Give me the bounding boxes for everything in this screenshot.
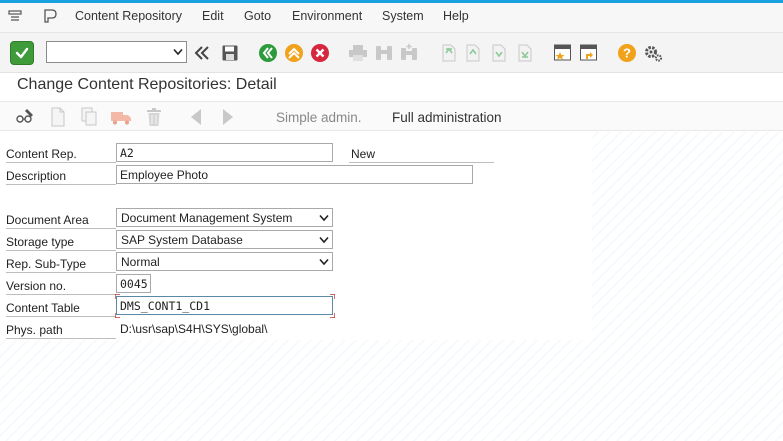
- phys-path-value: D:\usr\sap\S4H\SYS\global\: [120, 322, 268, 336]
- triangle-left-icon: [191, 109, 201, 125]
- checkmark-icon: [15, 47, 29, 59]
- description-label: Description: [6, 166, 116, 185]
- focus-corner-icon: [115, 294, 120, 299]
- content-rep-label: Content Rep.: [6, 144, 116, 163]
- document-area-select[interactable]: Document Management System: [116, 208, 333, 227]
- version-no-label: Version no.: [6, 276, 116, 295]
- sap-logo-menu-icon[interactable]: [42, 8, 58, 24]
- page-title: Change Content Repositories: Detail: [17, 76, 277, 93]
- last-page-icon: [518, 44, 532, 62]
- copy-document-icon: [81, 107, 97, 126]
- storage-type-select[interactable]: SAP System Database: [116, 230, 333, 249]
- previous-page-button: [461, 42, 483, 64]
- version-no-input[interactable]: 0045: [116, 274, 151, 293]
- enter-button[interactable]: [10, 41, 34, 65]
- find-next-button: [398, 42, 420, 64]
- display-change-button[interactable]: [14, 106, 36, 128]
- command-field[interactable]: [46, 41, 187, 63]
- transport-button: [110, 106, 132, 128]
- save-button[interactable]: [219, 42, 241, 64]
- menu-bar: Content Repository Edit Goto Environment…: [0, 3, 783, 33]
- rep-sub-type-value: Normal: [121, 255, 160, 269]
- standard-toolbar: ?: [0, 33, 783, 73]
- create-session-button[interactable]: [552, 42, 574, 64]
- cancel-red-icon: [311, 44, 329, 62]
- content-rep-input[interactable]: A2: [116, 143, 333, 162]
- storage-type-value: SAP System Database: [121, 233, 243, 247]
- menu-help[interactable]: Help: [443, 9, 469, 23]
- double-chevron-left-icon: [194, 46, 209, 60]
- svg-text:?: ?: [623, 46, 631, 61]
- rep-sub-type-label: Rep. Sub-Type: [6, 254, 116, 273]
- next-page-icon: [492, 44, 506, 62]
- focus-corner-icon: [330, 294, 335, 299]
- exit-orange-icon: [285, 44, 303, 62]
- printer-icon: [349, 45, 367, 61]
- help-question-icon: ?: [618, 44, 636, 62]
- first-page-button: [437, 42, 459, 64]
- next-entry-button: [217, 106, 239, 128]
- menu-system[interactable]: System: [382, 9, 424, 23]
- triangle-right-icon: [223, 109, 233, 125]
- gear-icon: [645, 46, 663, 62]
- window-menu-icon[interactable]: [7, 8, 23, 24]
- find-button: [373, 42, 395, 64]
- customize-layout-button[interactable]: [642, 42, 664, 64]
- generate-shortcut-button[interactable]: [578, 42, 600, 64]
- menu-edit[interactable]: Edit: [202, 9, 224, 23]
- delete-button: [143, 106, 165, 128]
- content-table-label: Content Table: [6, 298, 116, 317]
- rep-sub-type-select[interactable]: Normal: [116, 252, 333, 271]
- document-area-label: Document Area: [6, 210, 116, 229]
- binoculars-icon: [376, 46, 392, 60]
- application-toolbar: Simple admin. Full administration: [0, 101, 783, 131]
- description-input[interactable]: Employee Photo: [116, 165, 473, 184]
- simple-admin-button: Simple admin.: [276, 110, 362, 125]
- focus-corner-icon: [330, 313, 335, 318]
- chevron-down-icon[interactable]: [319, 214, 329, 222]
- truck-icon: [111, 112, 131, 125]
- content-rep-status-text: New: [349, 144, 494, 163]
- collapse-command-field-button[interactable]: [191, 42, 213, 64]
- previous-page-icon: [466, 44, 480, 62]
- back-green-icon: [259, 44, 277, 62]
- create-button: [47, 106, 69, 128]
- exit-button[interactable]: [283, 42, 305, 64]
- storage-type-label: Storage type: [6, 232, 116, 251]
- chevron-down-icon[interactable]: [319, 236, 329, 244]
- previous-entry-button: [185, 106, 207, 128]
- floppy-disk-icon: [222, 45, 238, 61]
- menu-goto[interactable]: Goto: [244, 9, 271, 23]
- trash-icon: [147, 108, 161, 126]
- new-session-icon: [554, 44, 571, 61]
- document-area-value: Document Management System: [121, 211, 293, 225]
- cancel-button[interactable]: [309, 42, 331, 64]
- phys-path-label: Phys. path: [6, 320, 116, 339]
- last-page-button: [513, 42, 535, 64]
- chevron-down-icon[interactable]: [173, 48, 183, 56]
- focus-corner-icon: [115, 313, 120, 318]
- next-page-button: [487, 42, 509, 64]
- content-table-input[interactable]: DMS_CONT1_CD1: [116, 296, 333, 315]
- menu-content-repository[interactable]: Content Repository: [75, 9, 182, 23]
- blank-document-icon: [51, 107, 65, 127]
- copy-button: [78, 106, 100, 128]
- menu-environment[interactable]: Environment: [292, 9, 362, 23]
- full-administration-button[interactable]: Full administration: [392, 110, 502, 125]
- back-button[interactable]: [257, 42, 279, 64]
- print-button: [347, 42, 369, 64]
- glasses-pencil-icon: [16, 109, 33, 123]
- shortcut-icon: [580, 44, 597, 61]
- chevron-down-icon[interactable]: [319, 258, 329, 266]
- help-button[interactable]: ?: [616, 42, 638, 64]
- first-page-icon: [442, 44, 456, 62]
- binoculars-plus-icon: [401, 44, 417, 60]
